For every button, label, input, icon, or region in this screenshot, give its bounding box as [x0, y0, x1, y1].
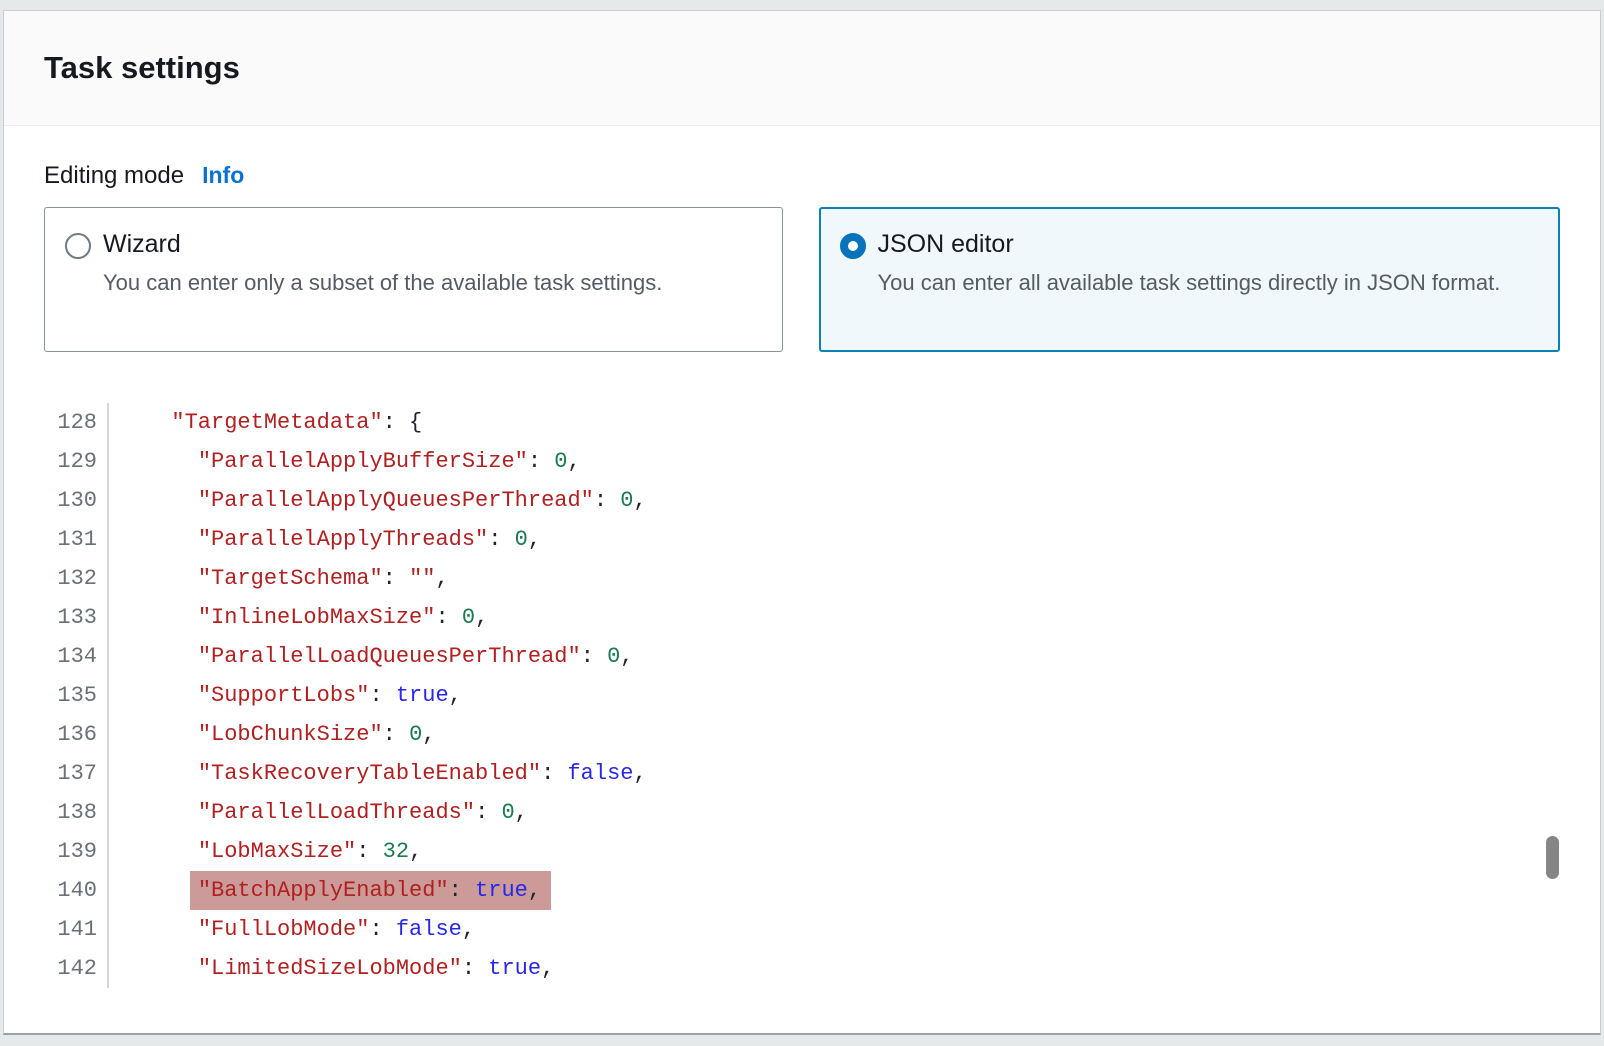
json-editor-option-tile[interactable]: JSON editor You can enter all available …: [819, 207, 1561, 352]
line-number: 133: [44, 598, 109, 637]
line-number: 139: [44, 832, 109, 871]
code-line: 136 "LobChunkSize": 0,: [44, 715, 1560, 754]
code-text: "TaskRecoveryTableEnabled": false,: [109, 754, 647, 793]
code-text: "ParallelApplyBufferSize": 0,: [109, 442, 581, 481]
line-number: 136: [44, 715, 109, 754]
code-text: "LimitedSizeLobMode": true,: [109, 949, 554, 988]
line-number: 128: [44, 403, 109, 442]
code-text: "InlineLobMaxSize": 0,: [109, 598, 488, 637]
json-editor-option-text: JSON editor You can enter all available …: [878, 230, 1501, 329]
line-number: 129: [44, 442, 109, 481]
search-match-highlight: "BatchApplyEnabled": true,: [190, 871, 551, 910]
page-title: Task settings: [44, 50, 240, 86]
code-line: 135 "SupportLobs": true,: [44, 676, 1560, 715]
line-number: 134: [44, 637, 109, 676]
task-settings-panel: Task settings Editing mode Info Wizard Yo…: [3, 10, 1601, 1035]
code-line: 132 "TargetSchema": "",: [44, 559, 1560, 598]
wizard-option-description: You can enter only a subset of the avail…: [103, 266, 662, 299]
code-line: 134 "ParallelLoadQueuesPerThread": 0,: [44, 637, 1560, 676]
code-text: "FullLobMode": false,: [109, 910, 475, 949]
code-line: 128 "TargetMetadata": {: [44, 403, 1560, 442]
info-link[interactable]: Info: [202, 162, 244, 188]
scrollbar-thumb[interactable]: [1546, 836, 1559, 879]
line-number: 138: [44, 793, 109, 832]
editing-mode-row: Editing mode Info: [44, 160, 1560, 191]
json-editor-option-description: You can enter all available task setting…: [878, 266, 1501, 299]
code-text: "LobMaxSize": 32,: [109, 832, 422, 871]
editing-mode-options: Wizard You can enter only a subset of th…: [44, 207, 1560, 352]
code-line: 137 "TaskRecoveryTableEnabled": false,: [44, 754, 1560, 793]
code-line: 139 "LobMaxSize": 32,: [44, 832, 1560, 871]
wizard-option-title: Wizard: [103, 230, 662, 259]
line-number: 132: [44, 559, 109, 598]
wizard-radio-icon[interactable]: [65, 233, 91, 259]
line-number: 137: [44, 754, 109, 793]
code-line: 141 "FullLobMode": false,: [44, 910, 1560, 949]
code-text: "ParallelLoadThreads": 0,: [109, 793, 528, 832]
editing-mode-label: Editing mode: [44, 162, 184, 189]
line-number: 135: [44, 676, 109, 715]
code-text: "ParallelApplyThreads": 0,: [109, 520, 541, 559]
json-code-editor[interactable]: 128 "TargetMetadata": { 129 "ParallelApp…: [44, 403, 1560, 988]
wizard-option-text: Wizard You can enter only a subset of th…: [103, 230, 662, 329]
line-number: 130: [44, 481, 109, 520]
line-number: 142: [44, 949, 109, 988]
code-text: "LobChunkSize": 0,: [109, 715, 435, 754]
line-number: 131: [44, 520, 109, 559]
json-editor-option-title: JSON editor: [878, 230, 1501, 259]
code-line: 129 "ParallelApplyBufferSize": 0,: [44, 442, 1560, 481]
wizard-option-tile[interactable]: Wizard You can enter only a subset of th…: [44, 207, 783, 352]
code-text: "ParallelLoadQueuesPerThread": 0,: [109, 637, 634, 676]
code-line: 142 "LimitedSizeLobMode": true,: [44, 949, 1560, 988]
code-text: "BatchApplyEnabled": true,: [109, 871, 551, 910]
code-text: "ParallelApplyQueuesPerThread": 0,: [109, 481, 647, 520]
code-text: "TargetMetadata": {: [109, 403, 422, 442]
panel-header: Task settings: [4, 11, 1600, 126]
panel-body: Editing mode Info Wizard You can enter on…: [4, 126, 1600, 988]
code-line: 140 "BatchApplyEnabled": true,: [44, 871, 1560, 910]
code-line: 131 "ParallelApplyThreads": 0,: [44, 520, 1560, 559]
line-number: 140: [44, 871, 109, 910]
code-line: 130 "ParallelApplyQueuesPerThread": 0,: [44, 481, 1560, 520]
code-line: 138 "ParallelLoadThreads": 0,: [44, 793, 1560, 832]
code-line: 133 "InlineLobMaxSize": 0,: [44, 598, 1560, 637]
code-text: "TargetSchema": "",: [109, 559, 449, 598]
json-editor-radio-icon[interactable]: [840, 233, 866, 259]
code-text: "SupportLobs": true,: [109, 676, 462, 715]
line-number: 141: [44, 910, 109, 949]
